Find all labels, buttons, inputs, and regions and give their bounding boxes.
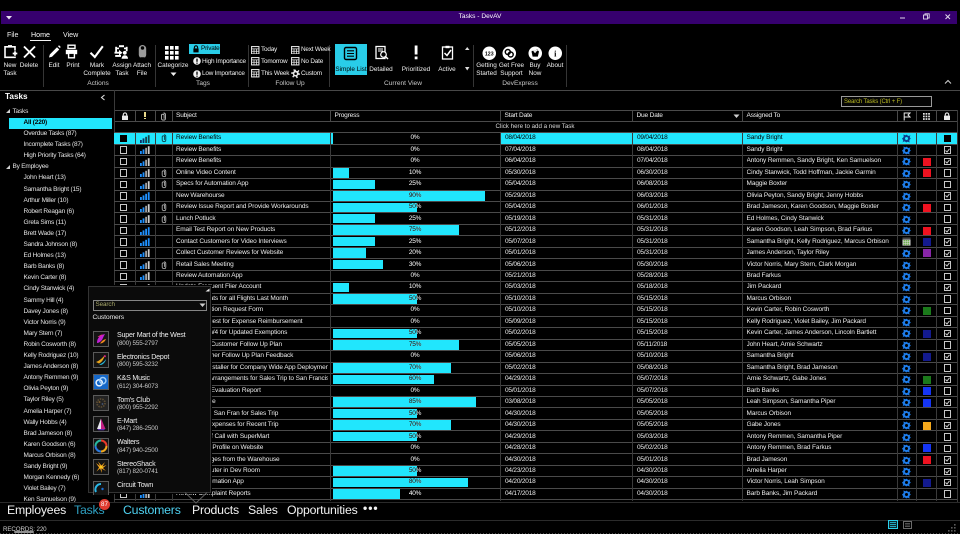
svg-text:123: 123 bbox=[485, 51, 494, 57]
